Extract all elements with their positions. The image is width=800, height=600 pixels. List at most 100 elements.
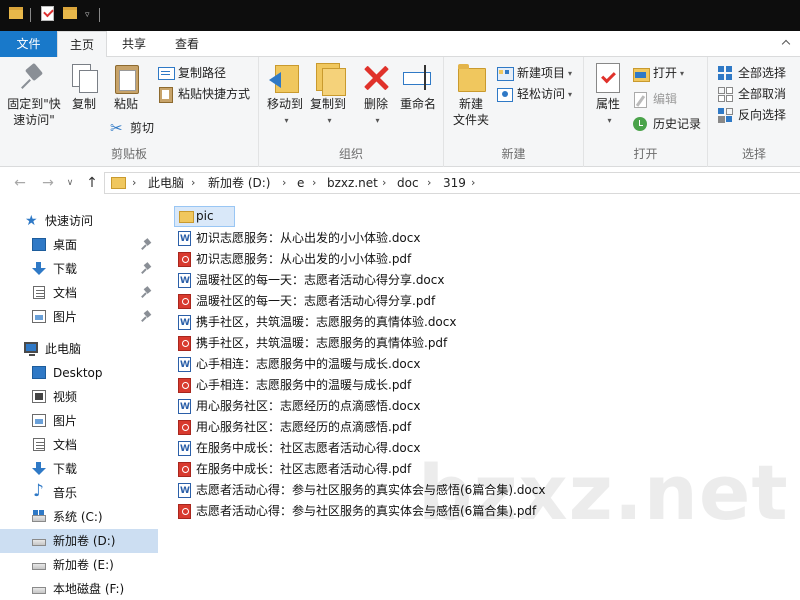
select-none-button[interactable]: 全部取消 (718, 84, 786, 104)
copy-button[interactable]: 复制 (66, 61, 102, 112)
scissors-icon (110, 118, 125, 138)
select-all-button[interactable]: 全部选择 (718, 63, 786, 83)
nav-pc-desktop[interactable]: Desktop (0, 361, 158, 385)
breadcrumb-bzxz[interactable]: bzxz.net (327, 175, 378, 191)
list-item[interactable]: pic (174, 206, 235, 227)
breadcrumb-separator[interactable]: › (312, 175, 316, 191)
nav-drive-e[interactable]: 新加卷 (E:) (0, 553, 158, 577)
list-item[interactable]: 在服务中成长：社区志愿者活动心得.pdf (174, 459, 411, 480)
open-button[interactable]: 打开 ▾ (633, 63, 684, 83)
edit-button[interactable]: 编辑 (633, 89, 677, 109)
document-icon (33, 286, 45, 299)
rename-button[interactable]: 重命名 (396, 61, 440, 112)
paste-shortcut-button[interactable]: 粘贴快捷方式 (158, 84, 250, 104)
history-label: 历史记录 (653, 117, 702, 131)
list-item[interactable]: 在服务中成长：社区志愿者活动心得.docx (174, 438, 420, 460)
breadcrumb-319[interactable]: 319 (443, 175, 466, 191)
pin-icon[interactable] (143, 287, 152, 298)
up-button[interactable]: ↑ (84, 175, 100, 191)
pin-label-line2: 速访问" (13, 113, 55, 127)
new-item-button[interactable]: 新建项目 ▾ (497, 63, 572, 83)
properties-check-icon[interactable] (41, 6, 54, 21)
nav-pc-pictures[interactable]: 图片 (0, 409, 158, 433)
pin-icon[interactable] (143, 311, 152, 322)
clipboard-group-label: 剪贴板 (110, 147, 147, 161)
nav-drive-c[interactable]: 系统 (C:) (0, 505, 158, 529)
tab-file[interactable]: 文件 (0, 31, 57, 57)
paste-button[interactable]: 粘贴 (107, 61, 145, 112)
list-item[interactable]: 初识志愿服务：从心出发的小小体验.docx (174, 228, 420, 250)
nav-quick-access[interactable]: 快速访问 (0, 209, 158, 233)
collapse-ribbon-icon[interactable] (780, 37, 792, 49)
nav-quick-desktop[interactable]: 桌面 (0, 233, 158, 257)
list-item[interactable]: 用心服务社区：志愿经历的点滴感悟.pdf (174, 417, 411, 438)
word-document-icon (178, 439, 191, 460)
nav-pc-documents[interactable]: 文档 (0, 433, 158, 457)
pin-icon[interactable] (143, 263, 152, 274)
quick-access-dropdown-icon[interactable]: ▿ (85, 10, 90, 20)
breadcrumb-separator[interactable]: › (382, 175, 386, 191)
nav-this-pc[interactable]: 此电脑 (0, 337, 158, 361)
properties-button[interactable]: 属性 ▾ (590, 61, 626, 129)
tab-home[interactable]: 主页 (57, 31, 107, 58)
move-to-button[interactable]: 移动到 ▾ (264, 61, 306, 129)
history-button[interactable]: 历史记录 (633, 114, 701, 134)
list-item[interactable]: 携手社区，共筑温暖：志愿服务的真情体验.pdf (174, 333, 447, 354)
new-group-label: 新建 (501, 147, 526, 161)
back-button[interactable]: ← (12, 175, 28, 191)
edit-label: 编辑 (653, 92, 678, 106)
nav-pc-videos[interactable]: 视频 (0, 385, 158, 409)
folder-icon[interactable] (9, 7, 23, 19)
drive-icon (32, 587, 46, 594)
pin-icon[interactable] (143, 239, 152, 250)
edit-icon (633, 92, 648, 108)
breadcrumb-separator[interactable]: › (471, 175, 475, 191)
invert-selection-button[interactable]: 反向选择 (718, 105, 786, 125)
breadcrumb-separator[interactable]: › (132, 175, 136, 191)
list-item[interactable]: 用心服务社区：志愿经历的点滴感悟.docx (174, 396, 420, 418)
pin-quick-access-button[interactable]: 固定到"快 速访问" (3, 61, 65, 128)
list-item[interactable]: 温暖社区的每一天：志愿者活动心得分享.pdf (174, 291, 435, 312)
recent-locations-dropdown[interactable]: ∨ (62, 175, 78, 191)
breadcrumb-drive-d[interactable]: 新加卷 (D:) (208, 175, 270, 191)
breadcrumb-separator[interactable]: › (282, 175, 286, 191)
list-item[interactable]: 心手相连：志愿服务中的温暖与成长.pdf (174, 375, 411, 396)
nav-quick-pictures[interactable]: 图片 (0, 305, 158, 329)
easy-access-button[interactable]: 轻松访问 ▾ (497, 84, 572, 104)
copy-path-button[interactable]: 复制路径 (158, 63, 226, 83)
picture-icon (32, 310, 46, 323)
nav-drive-d[interactable]: 新加卷 (D:) (0, 529, 158, 553)
breadcrumb-this-pc[interactable]: 此电脑 (148, 175, 184, 191)
breadcrumb-doc[interactable]: doc (397, 175, 419, 191)
list-item[interactable]: 初识志愿服务：从心出发的小小体验.pdf (174, 249, 411, 270)
address-bar[interactable]: › 此电脑 › 新加卷 (D:) › e › bzxz.net › doc › … (104, 172, 800, 194)
invert-selection-label: 反向选择 (738, 108, 787, 122)
watermark: bzxz.net (418, 448, 789, 537)
list-item[interactable]: 心手相连：志愿服务中的温暖与成长.docx (174, 354, 420, 376)
breadcrumb-separator[interactable]: › (191, 175, 195, 191)
invert-selection-icon (718, 108, 733, 122)
breadcrumb-separator[interactable]: › (427, 175, 431, 191)
word-document-icon (178, 313, 191, 334)
breadcrumb-e[interactable]: e (297, 175, 304, 191)
tab-view[interactable]: 查看 (164, 31, 210, 58)
copy-to-button[interactable]: 复制到 ▾ (307, 61, 349, 129)
nav-pc-downloads[interactable]: 下载 (0, 457, 158, 481)
delete-button[interactable]: 删除 ▾ (358, 61, 394, 129)
list-item[interactable]: 温暖社区的每一天：志愿者活动心得分享.docx (174, 270, 444, 292)
file-name: 携手社区，共筑温暖：志愿服务的真情体验.docx (196, 315, 457, 329)
new-folder-button[interactable]: 新建 文件夹 (449, 61, 493, 128)
properties-label: 属性 (595, 97, 620, 111)
forward-button[interactable]: → (40, 175, 56, 191)
new-folder-icon[interactable] (63, 7, 77, 19)
cut-button[interactable]: 剪切 (110, 118, 154, 138)
nav-label: 快速访问 (45, 214, 94, 228)
nav-quick-documents[interactable]: 文档 (0, 281, 158, 305)
list-item[interactable]: 携手社区，共筑温暖：志愿服务的真情体验.docx (174, 312, 457, 334)
nav-drive-f[interactable]: 本地磁盘 (F:) (0, 577, 158, 600)
copy-to-label: 复制到 (309, 97, 346, 111)
nav-label: 文档 (53, 286, 78, 300)
nav-pc-music[interactable]: 音乐 (0, 479, 158, 505)
nav-quick-downloads[interactable]: 下载 (0, 257, 158, 281)
tab-share[interactable]: 共享 (112, 31, 156, 58)
